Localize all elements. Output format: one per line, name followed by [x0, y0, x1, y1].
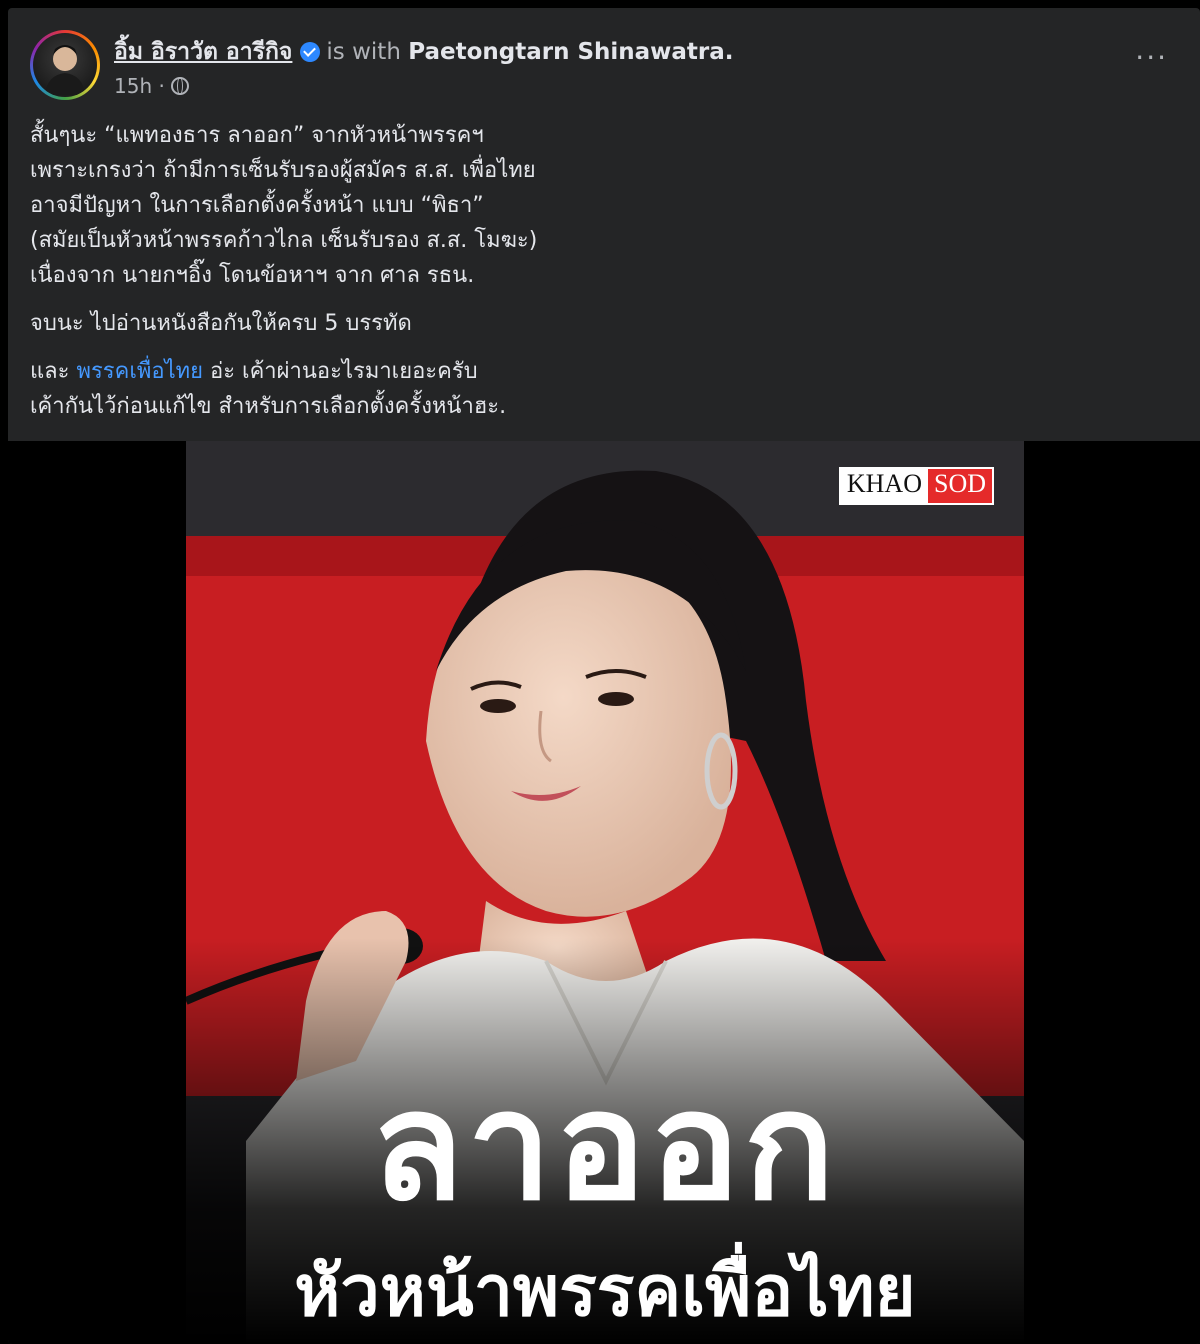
khaosod-logo: KHAO SOD — [838, 467, 994, 505]
with-text: is with — [326, 39, 401, 65]
post-line: เนื่องจาก นายกฯอิ๊ง โดนข้อหาฯ จาก ศาล รธ… — [30, 263, 475, 288]
image-headline: ลาออก — [371, 1062, 839, 1230]
post-meta: 15h · — [114, 74, 189, 98]
post-paragraph-2: จบนะ ไปอ่านหนังสือกันให้ครบ 5 บรรทัด — [30, 311, 412, 336]
post-body: สั้นๆนะ “แพทองธาร ลาออก” จากหัวหน้าพรรคฯ… — [30, 118, 1130, 437]
post-line: เพราะเกรงว่า ถ้ามีการเซ็นรับรองผู้สมัคร … — [30, 158, 536, 183]
profile-silhouette-icon — [45, 45, 85, 95]
post-line: สั้นๆนะ “แพทองธาร ลาออก” จากหัวหน้าพรรคฯ — [30, 123, 484, 148]
author-name-link[interactable]: อิ้ม อิราวัต อารีกิจ — [114, 39, 292, 65]
brand-right: SOD — [927, 469, 992, 503]
post-paragraph-1: สั้นๆนะ “แพทองธาร ลาออก” จากหัวหน้าพรรคฯ… — [30, 118, 1130, 293]
para3-suffix: อ่ะ เค้าผ่านอะไรมาเยอะครับ — [203, 359, 478, 384]
post-header: อิ้ม อิราวัต อารีกิจ is with Paetongtarn … — [30, 30, 1180, 110]
facebook-post: อิ้ม อิราวัต อารีกิจ is with Paetongtarn … — [8, 8, 1200, 1344]
post-paragraph-3: และ พรรคเพื่อไทย อ่ะ เค้าผ่านอะไรมาเยอะค… — [30, 354, 1130, 424]
avatar-photo — [33, 33, 97, 97]
post-author-line: อิ้ม อิราวัต อารีกิจ is with Paetongtarn … — [114, 34, 734, 70]
image-subhead: หัวหน้าพรรคเพื่อไทย — [294, 1252, 916, 1330]
para3-line2: เค้ากันไว้ก่อนแก้ไข สำหรับการเลือกตั้งคร… — [30, 394, 507, 419]
post-line: อาจมีปัญหา ในการเลือกตั้งครั้งหน้า แบบ “… — [30, 193, 484, 218]
verified-badge-icon — [300, 42, 321, 62]
more-options-button[interactable]: ··· — [1135, 44, 1168, 72]
party-page-link[interactable]: พรรคเพื่อไทย — [76, 359, 203, 384]
para3-prefix: และ — [30, 359, 77, 384]
news-photo: KHAO SOD ลาออก หัวหน้าพรรคเพื่อไทย — [186, 441, 1024, 1344]
globe-icon — [170, 77, 189, 95]
avatar[interactable] — [30, 30, 100, 100]
post-line: (สมัยเป็นหัวหน้าพรรคก้าวไกล เซ็นรับรอง ส… — [30, 228, 538, 253]
brand-left: KHAO — [840, 469, 928, 503]
post-media[interactable]: KHAO SOD ลาออก หัวหน้าพรรคเพื่อไทย — [8, 441, 1200, 1344]
post-timestamp[interactable]: 15h · — [114, 74, 165, 98]
tagged-person-link[interactable]: Paetongtarn Shinawatra. — [408, 39, 733, 65]
